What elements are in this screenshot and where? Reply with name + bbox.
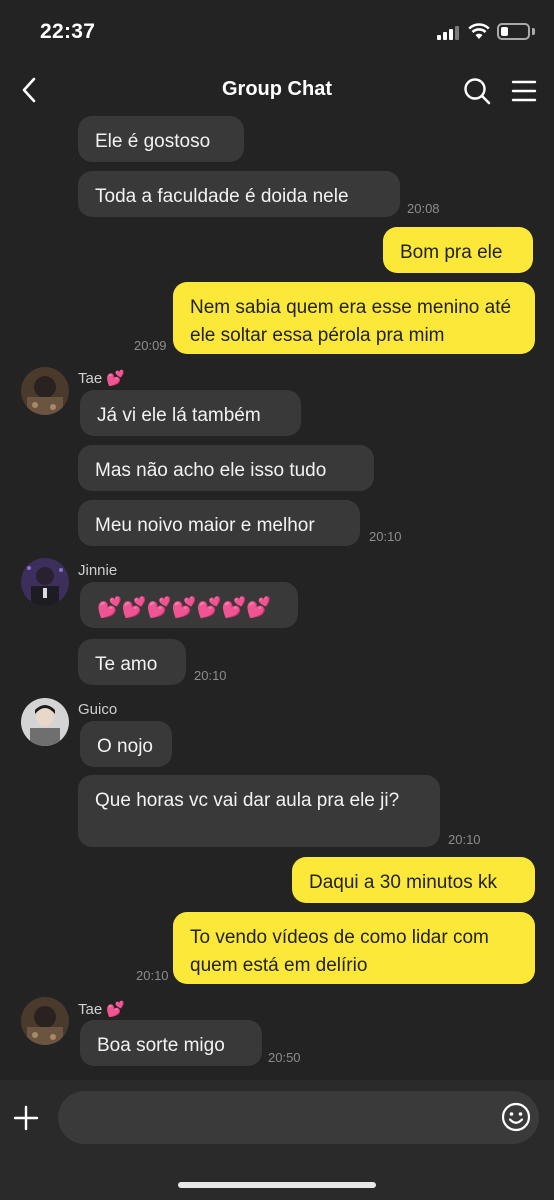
search-icon[interactable]: [462, 76, 492, 106]
message-bubble[interactable]: O nojo: [80, 721, 172, 767]
avatar[interactable]: [21, 367, 69, 415]
message-bubble[interactable]: Já vi ele lá também: [80, 390, 301, 436]
message-bubble[interactable]: Daqui a 30 minutos kk: [292, 857, 535, 903]
signal-icon: [437, 26, 461, 40]
message-time: 20:09: [134, 338, 167, 353]
sender-name: Tae 💕: [78, 1001, 125, 1018]
message-time: 20:10: [194, 668, 227, 683]
status-bar: 22:37: [0, 0, 554, 64]
message-bubble[interactable]: Meu noivo maior e melhor: [78, 500, 360, 546]
message-bubble[interactable]: 💕💕💕💕💕💕💕: [80, 582, 298, 628]
message-bubble[interactable]: Boa sorte migo: [80, 1020, 262, 1066]
message-time: 20:10: [369, 529, 402, 544]
battery-icon: [497, 23, 530, 40]
avatar[interactable]: [21, 558, 69, 606]
message-bubble[interactable]: To vendo vídeos de como lidar com quem e…: [173, 912, 535, 984]
menu-icon[interactable]: [510, 77, 538, 105]
message-time: 20:10: [136, 968, 169, 983]
message-bubble[interactable]: Nem sabia quem era esse menino até ele s…: [173, 282, 535, 354]
message-time: 20:08: [407, 201, 440, 216]
emoji-icon[interactable]: [500, 1101, 532, 1133]
chat-list[interactable]: Ele é gostoso Toda a faculdade é doida n…: [0, 116, 554, 1080]
avatar[interactable]: [21, 997, 69, 1045]
battery-tip: [532, 28, 535, 35]
nav-bar: Group Chat: [0, 64, 554, 116]
status-time: 22:37: [40, 20, 96, 43]
plus-icon[interactable]: [12, 1104, 40, 1132]
home-indicator: [178, 1182, 376, 1188]
message-bubble[interactable]: Te amo: [78, 639, 186, 685]
sender-name: Guico: [78, 701, 118, 718]
message-input[interactable]: [58, 1091, 539, 1144]
avatar[interactable]: [21, 698, 69, 746]
message-bubble[interactable]: Mas não acho ele isso tudo: [78, 445, 374, 491]
sender-name: Jinnie: [78, 562, 118, 579]
message-bubble[interactable]: Toda a faculdade é doida nele: [78, 171, 400, 217]
message-bubble[interactable]: Que horas vc vai dar aula pra ele ji?: [78, 775, 440, 847]
sender-name: Tae 💕: [78, 370, 125, 387]
message-time: 20:50: [268, 1050, 301, 1065]
wifi-icon: [468, 23, 490, 39]
message-bubble[interactable]: Bom pra ele: [383, 227, 533, 273]
message-time: 20:10: [448, 832, 481, 847]
message-bubble[interactable]: Ele é gostoso: [78, 116, 244, 162]
